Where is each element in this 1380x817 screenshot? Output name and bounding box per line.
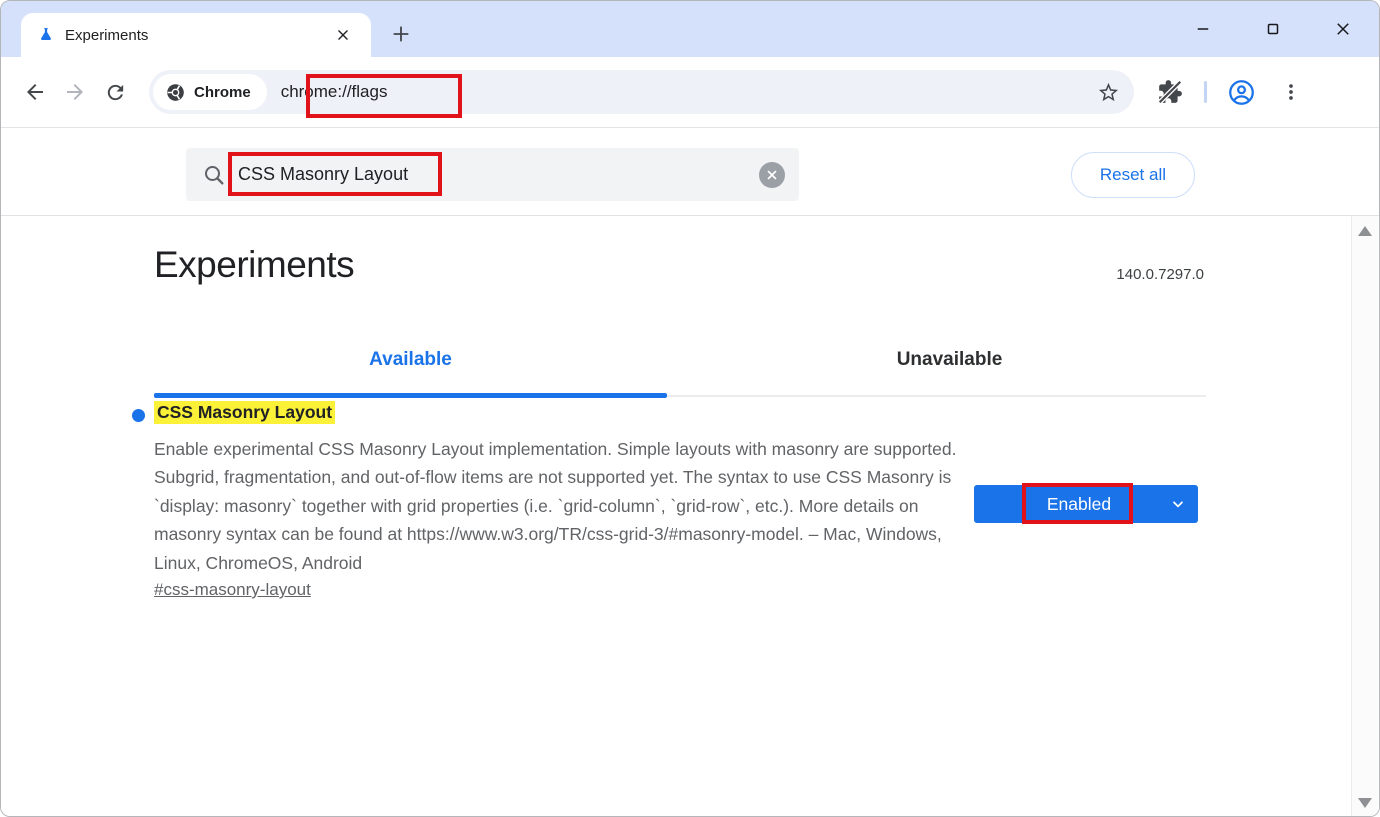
flag-permalink[interactable]: #css-masonry-layout xyxy=(154,580,311,600)
flags-page-content: Experiments 140.0.7297.0 Available Unava… xyxy=(1,216,1379,817)
scroll-down-icon[interactable] xyxy=(1358,798,1372,808)
search-icon xyxy=(202,163,226,187)
toolbar-right-icons xyxy=(1150,72,1311,112)
tab-strip: Experiments xyxy=(1,1,1379,57)
clear-search-icon[interactable] xyxy=(759,162,785,188)
flag-state-value: Enabled xyxy=(974,494,1158,515)
search-input[interactable]: CSS Masonry Layout xyxy=(238,164,759,185)
tab-available[interactable]: Available xyxy=(154,349,667,371)
flags-tab-bar: Available Unavailable xyxy=(154,331,1206,399)
address-bar[interactable]: Chrome chrome://flags xyxy=(149,70,1134,114)
flag-title: CSS Masonry Layout xyxy=(154,402,335,423)
active-tab-indicator xyxy=(154,393,667,398)
flags-search-box[interactable]: CSS Masonry Layout xyxy=(186,148,799,201)
minimize-icon[interactable] xyxy=(1181,9,1225,49)
flask-icon xyxy=(37,26,55,44)
reset-all-button[interactable]: Reset all xyxy=(1071,152,1195,198)
flag-title-highlight: CSS Masonry Layout xyxy=(154,401,335,424)
browser-toolbar: Chrome chrome://flags xyxy=(1,57,1379,128)
version-number: 140.0.7297.0 xyxy=(1116,266,1204,283)
site-badge[interactable]: Chrome xyxy=(153,74,267,110)
chrome-logo-icon xyxy=(165,82,186,103)
tab-close-icon[interactable] xyxy=(329,21,357,49)
vertical-scrollbar[interactable] xyxy=(1351,216,1378,817)
flag-bullet-dot xyxy=(132,409,145,422)
reload-icon[interactable] xyxy=(95,72,135,112)
close-window-icon[interactable] xyxy=(1321,9,1365,49)
tab-title: Experiments xyxy=(65,27,329,44)
tab-unavailable[interactable]: Unavailable xyxy=(693,349,1206,371)
scroll-up-icon[interactable] xyxy=(1358,226,1372,236)
flags-search-header: CSS Masonry Layout Reset all xyxy=(1,129,1379,216)
extensions-disabled-icon[interactable] xyxy=(1150,72,1190,112)
chevron-down-icon xyxy=(1158,496,1198,512)
bookmark-star-icon[interactable] xyxy=(1090,74,1126,110)
site-badge-label: Chrome xyxy=(194,84,251,101)
flag-description: Enable experimental CSS Masonry Layout i… xyxy=(154,435,968,577)
window-controls xyxy=(1181,1,1365,57)
flag-state-dropdown[interactable]: Enabled xyxy=(974,485,1198,523)
menu-kebab-icon[interactable] xyxy=(1271,72,1311,112)
browser-window: Experiments xyxy=(0,0,1380,817)
back-icon[interactable] xyxy=(15,72,55,112)
maximize-icon[interactable] xyxy=(1251,9,1295,49)
forward-icon[interactable] xyxy=(55,72,95,112)
new-tab-button[interactable] xyxy=(385,18,417,50)
toolbar-divider xyxy=(1204,81,1207,103)
page-title: Experiments xyxy=(154,244,354,286)
browser-tab-experiments[interactable]: Experiments xyxy=(21,13,371,57)
profile-icon[interactable] xyxy=(1221,72,1261,112)
url-text[interactable]: chrome://flags xyxy=(281,82,1090,102)
